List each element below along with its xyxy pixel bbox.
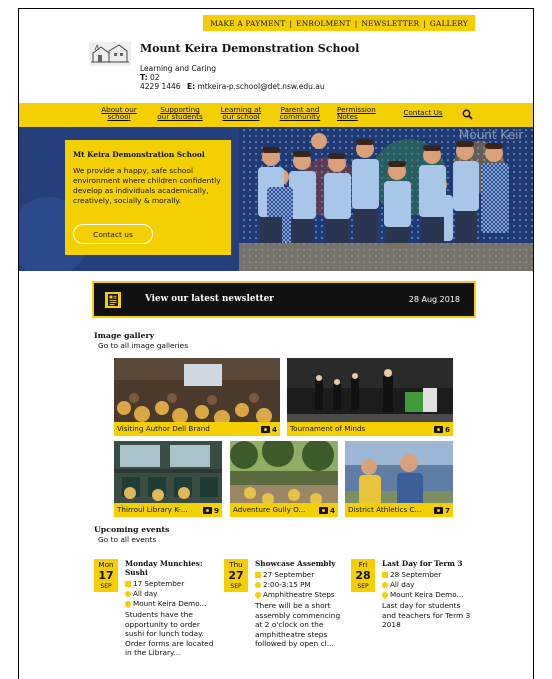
events-heading: Upcoming events (94, 525, 170, 534)
event-description: Last day for students and teachers for T… (382, 601, 471, 630)
event-date: 28 September (382, 570, 441, 579)
gallery-caption: Visiting Author Dell Brand (114, 422, 280, 436)
event-item[interactable]: Fri 28 SEP Last Day for Term 3 28 Septem… (351, 559, 481, 679)
event-location: Mount Keira Demo... (123, 599, 206, 608)
utility-nav: MAKE A PAYMENT | ENROLMENT | NEWSLETTER … (203, 15, 475, 31)
event-title[interactable]: Monday Munchies: Sushi (125, 559, 220, 577)
camera-icon (260, 426, 270, 433)
clock-icon (255, 581, 261, 588)
phone-area-code: 02 (150, 73, 160, 82)
camera-icon (318, 507, 328, 514)
gallery-tile[interactable]: Thirroul Library K-... 9 (114, 441, 222, 517)
all-events-link[interactable]: Go to all events (98, 535, 156, 544)
location-pin-icon (380, 590, 390, 599)
phone-number[interactable]: 4229 1446 (140, 82, 181, 91)
event-date-badge: Mon 17 SEP (94, 559, 118, 592)
event-item[interactable]: Thu 27 SEP Showcase Assembly 27 Septembe… (224, 559, 354, 679)
contact-line: 4229 1446 E: mtkeira-p.school@det.nsw.ed… (140, 82, 325, 91)
event-location: Amphitheatre Steps (253, 590, 335, 599)
calendar-icon (255, 571, 261, 578)
email-label: E: (186, 82, 196, 91)
clock-icon (125, 590, 131, 597)
nav-item-learning[interactable]: Learning at our school (219, 106, 263, 121)
nav-item-permission[interactable]: Permission Notes (337, 106, 383, 121)
photo-count: 7 (433, 506, 450, 515)
page: MAKE A PAYMENT | ENROLMENT | NEWSLETTER … (18, 8, 534, 679)
photo-count: 4 (318, 506, 335, 515)
hero-text: We provide a happy, safe school environm… (73, 166, 221, 205)
event-time: All day (382, 580, 414, 589)
event-time: 2:00-3:15 PM (255, 580, 311, 589)
event-item[interactable]: Mon 17 SEP Monday Munchies: Sushi 17 Sep… (94, 559, 222, 679)
event-date: 17 September (125, 579, 184, 588)
hero-card: Mt Keira Demonstration School We provide… (65, 140, 231, 255)
gallery-tile[interactable]: District Athletics C... 7 (345, 441, 453, 517)
camera-icon (202, 507, 212, 514)
school-tagline: Learning and Caring (140, 64, 216, 73)
contact-us-button[interactable]: Contact us (73, 224, 153, 244)
all-galleries-link[interactable]: Go to all image galleries (98, 341, 188, 350)
hero-overlay-text: Mount Keir (459, 128, 523, 142)
event-date: 27 September (255, 570, 314, 579)
school-name[interactable]: Mount Keira Demonstration School (140, 42, 359, 55)
event-title[interactable]: Last Day for Term 3 (382, 559, 477, 568)
calendar-icon (125, 580, 131, 587)
photo-count: 9 (202, 506, 219, 515)
event-date-badge: Thu 27 SEP (224, 559, 248, 592)
event-description: There will be a short assembly commencin… (255, 601, 341, 649)
util-link-enrolment[interactable]: ENROLMENT (293, 19, 354, 28)
photo-count: 6 (433, 425, 450, 434)
hero-banner: Mount Keir Mt Keira Demonstration School… (19, 127, 533, 271)
nav-item-about[interactable]: About our school (99, 106, 139, 121)
event-date-badge: Fri 28 SEP (351, 559, 375, 592)
camera-icon (433, 507, 443, 514)
event-title[interactable]: Showcase Assembly (255, 559, 350, 568)
main-nav: About our school Supporting our students L… (19, 103, 533, 127)
gallery-tile[interactable]: Visiting Author Dell Brand 4 (114, 358, 280, 436)
school-logo-icon[interactable] (89, 42, 131, 66)
calendar-icon (382, 571, 388, 578)
clock-icon (382, 581, 388, 588)
nav-item-supporting[interactable]: Supporting our students (155, 106, 205, 121)
util-link-gallery[interactable]: GALLERY (427, 19, 471, 28)
location-pin-icon (123, 599, 133, 608)
gallery-heading: Image gallery (94, 331, 155, 340)
newsletter-date: 28 Aug 2018 (408, 295, 460, 304)
photo-count: 4 (260, 425, 277, 434)
search-icon[interactable] (462, 109, 473, 120)
event-time: All day (125, 589, 157, 598)
hero-title: Mt Keira Demonstration School (73, 150, 205, 159)
nav-item-parent[interactable]: Parent and community (277, 106, 323, 121)
util-link-newsletter[interactable]: NEWSLETTER (358, 19, 422, 28)
newsletter-banner[interactable]: View our latest newsletter 28 Aug 2018 (92, 281, 476, 318)
newsletter-label: View our latest newsletter (145, 294, 274, 304)
event-description: Students have the opportunity to order s… (125, 610, 214, 658)
gallery-tile[interactable]: Adventure Gully O... 4 (230, 441, 338, 517)
event-location: Mount Keira Demo... (380, 590, 463, 599)
location-pin-icon (253, 590, 263, 599)
email-link[interactable]: mtkeira-p.school@det.nsw.edu.au (197, 82, 324, 91)
util-link-payment[interactable]: MAKE A PAYMENT (207, 19, 288, 28)
gallery-caption: Tournament of Minds (287, 422, 453, 436)
newsletter-icon (105, 292, 121, 308)
gallery-tile[interactable]: Tournament of Minds 6 (287, 358, 453, 436)
nav-item-contact[interactable]: Contact Us (399, 109, 447, 117)
camera-icon (433, 426, 443, 433)
phone-label: T: (140, 73, 148, 82)
